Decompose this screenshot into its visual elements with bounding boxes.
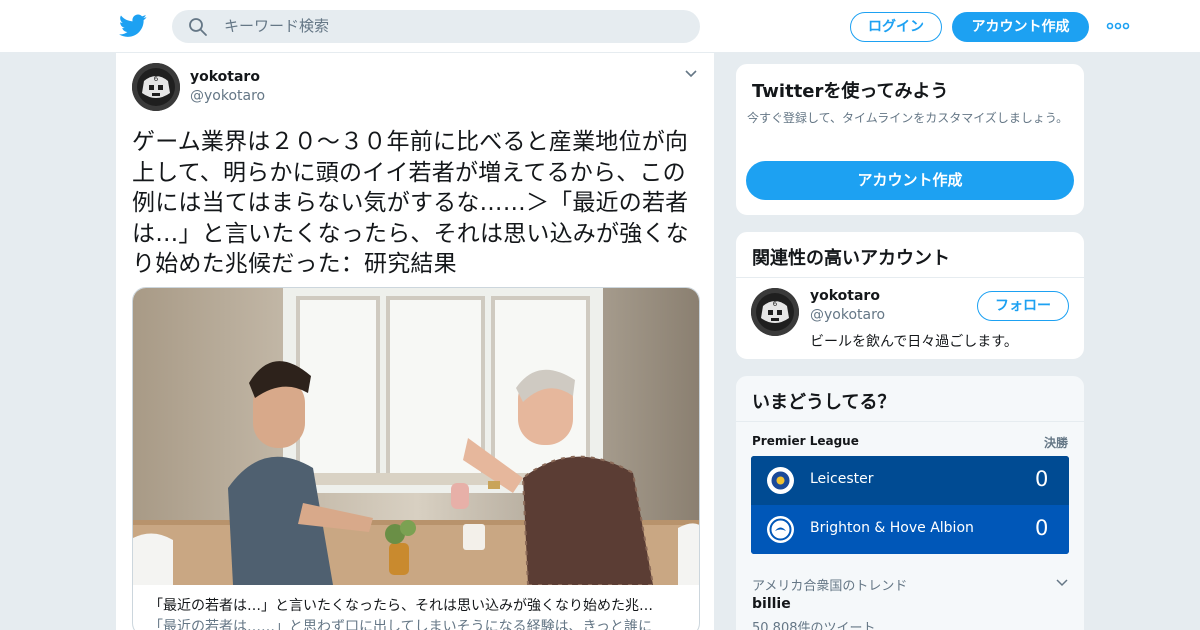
team-name: Brighton & Hove Albion: [810, 520, 974, 536]
avatar[interactable]: 6: [751, 288, 799, 336]
tweet-panel: 6 yokotaro @yokotaro ゲーム業界は２０～３０年前に比べると産…: [115, 53, 715, 630]
whats-happening-module: いまどうしてる？ Premier League 決勝 Leicester 0 B…: [735, 375, 1085, 630]
login-button[interactable]: ログイン: [850, 12, 942, 42]
related-account-bio: ビールを飲んで日々過ごします。: [810, 334, 1018, 350]
avatar[interactable]: 6: [132, 63, 180, 111]
create-account-button[interactable]: アカウント作成: [746, 161, 1074, 200]
search-icon: [189, 18, 207, 36]
more-dots-icon[interactable]: [1106, 20, 1130, 32]
svg-text:6: 6: [154, 75, 159, 83]
tweet-text: ゲーム業界は２０～３０年前に比べると産業地位が向上して、明らかに頭のイイ若者が増…: [132, 129, 689, 277]
chevron-down-icon[interactable]: [684, 69, 698, 79]
author-name[interactable]: yokotaro: [190, 69, 260, 85]
team-name: Leicester: [810, 471, 874, 487]
signup-button[interactable]: アカウント作成: [952, 12, 1089, 42]
team-score: 0: [1035, 516, 1049, 540]
author-handle[interactable]: @yokotaro: [190, 88, 265, 104]
team-row: Leicester 0: [751, 456, 1069, 505]
svg-text:6: 6: [773, 300, 778, 308]
card-description: 「最近の若者は……」と思わず口に出してしまいそうになる経験は、きっと誰に: [149, 619, 653, 630]
team-row: Brighton & Hove Albion 0: [751, 505, 1069, 554]
card-image: [133, 288, 699, 585]
brighton-crest-icon: [767, 516, 794, 543]
trend-name[interactable]: billie: [752, 596, 791, 612]
related-account-name[interactable]: yokotaro: [810, 288, 880, 304]
robot-avatar-icon: 6: [132, 63, 180, 111]
follow-button[interactable]: フォロー: [977, 291, 1069, 321]
trend-tweet-count: 50,808件のツイート: [752, 621, 876, 630]
league-label: Premier League: [752, 434, 859, 448]
match-status: 決勝: [1044, 436, 1069, 450]
signup-module-title: Twitterを使ってみよう: [752, 81, 949, 102]
leicester-crest-icon: [767, 467, 794, 494]
divider: [736, 421, 1084, 422]
robot-avatar-icon: 6: [751, 288, 799, 336]
trend-context: アメリカ合衆国のトレンド: [752, 579, 908, 594]
search-box[interactable]: キーワード検索: [172, 10, 700, 43]
card-title[interactable]: 「最近の若者は…」と言いたくなったら、それは思い込みが強くなり始めた兆…: [149, 595, 653, 615]
team-score: 0: [1035, 467, 1049, 491]
twitter-bird-icon[interactable]: [119, 13, 147, 39]
scoreboard[interactable]: Leicester 0 Brighton & Hove Albion 0: [751, 456, 1069, 554]
related-accounts-title: 関連性の高いアカウント: [752, 248, 950, 269]
related-account-handle[interactable]: @yokotaro: [810, 307, 885, 323]
link-card[interactable]: 「最近の若者は…」と言いたくなったら、それは思い込みが強くなり始めた兆… 「最近…: [132, 287, 700, 630]
search-input[interactable]: キーワード検索: [224, 18, 329, 35]
whats-happening-title: いまどうしてる？: [752, 392, 896, 413]
chevron-down-icon[interactable]: [1056, 579, 1068, 587]
signup-module: Twitterを使ってみよう 今すぐ登録して、タイムラインをカスタマイズしましょ…: [735, 63, 1085, 216]
signup-module-subtitle: 今すぐ登録して、タイムラインをカスタマイズしましょう。: [747, 111, 1069, 125]
divider: [736, 277, 1084, 278]
related-accounts-module: 関連性の高いアカウント 6 yokotaro @yokotaro ビールを飲んで…: [735, 231, 1085, 360]
top-navigation-bar: キーワード検索 ログイン アカウント作成: [0, 0, 1200, 53]
